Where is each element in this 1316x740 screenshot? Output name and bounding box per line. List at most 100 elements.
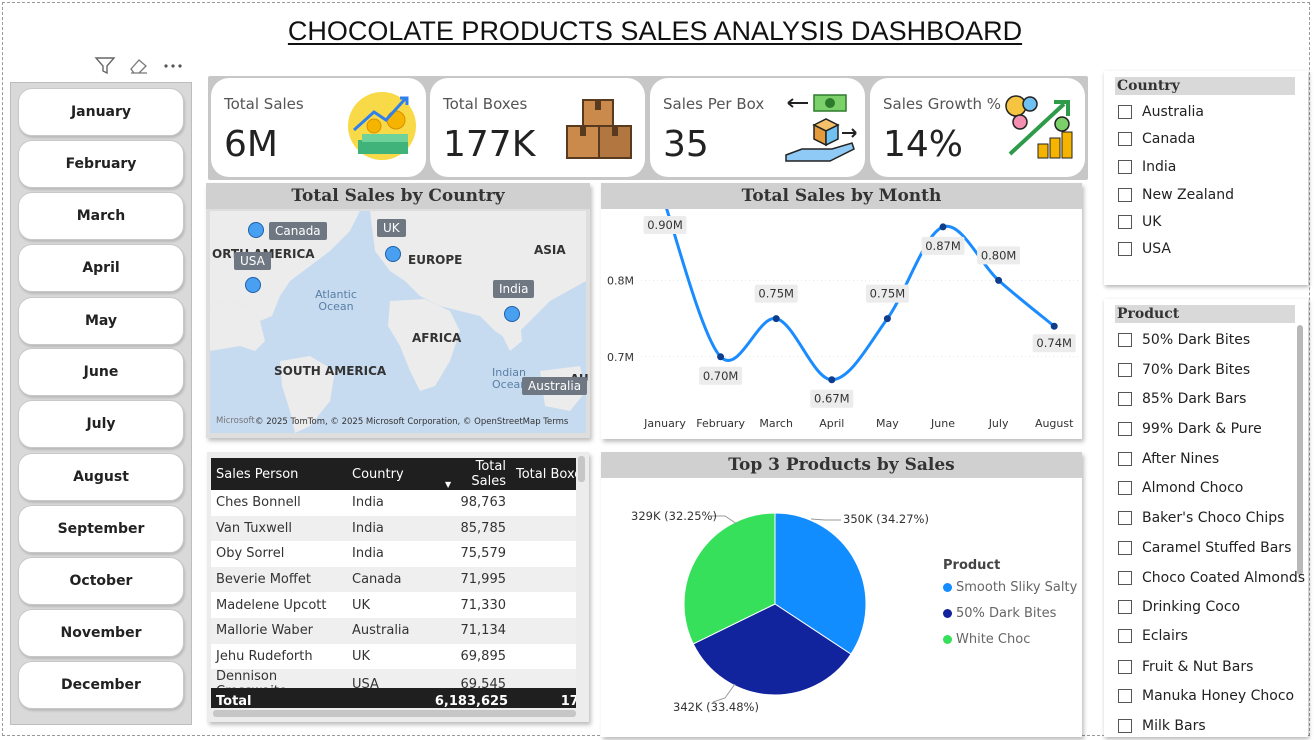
map-dot-canada[interactable] xyxy=(248,222,264,238)
y-tick-label: 0.8M xyxy=(607,274,634,287)
month-button-october[interactable]: October xyxy=(18,557,184,605)
more-icon[interactable] xyxy=(162,56,184,76)
country-option-uk[interactable]: UK xyxy=(1118,214,1161,230)
product-slicer-scrollbar[interactable] xyxy=(1297,325,1303,575)
checkbox[interactable] xyxy=(1118,422,1132,436)
checkbox[interactable] xyxy=(1118,363,1132,377)
checkbox[interactable] xyxy=(1118,481,1132,495)
month-button-september[interactable]: September xyxy=(18,505,184,553)
table-row[interactable]: Jehu Rudeforth UK 69,895242 xyxy=(211,644,576,670)
column-header-total-sales[interactable]: Total Sales ▼ xyxy=(438,458,511,490)
product-option[interactable]: Almond Choco xyxy=(1118,480,1243,496)
kpi-card-total-boxes: Total Boxes 177K xyxy=(430,78,645,177)
month-button-july[interactable]: July xyxy=(18,400,184,448)
table-row[interactable]: Van TuxwellIndia85,785174 xyxy=(211,515,576,542)
product-option[interactable]: Choco Coated Almonds xyxy=(1118,570,1305,586)
month-button-december[interactable]: December xyxy=(18,661,184,709)
cell-total-sales: 85,785 xyxy=(438,515,511,542)
y-tick-label: 0.7M xyxy=(607,351,634,364)
table-row[interactable]: Oby Sorrel India 75,579125 xyxy=(211,541,576,567)
table-row[interactable]: Beverie MoffetCanada71,995134 xyxy=(211,566,576,593)
column-header-total-boxes[interactable]: Total Boxe xyxy=(511,458,576,490)
country-slicer-title: Country xyxy=(1115,77,1295,95)
table-row[interactable]: Ches Bonnell India 98,763129 xyxy=(211,490,576,516)
map-brand: Microsoft xyxy=(216,416,255,426)
product-option[interactable]: 85% Dark Bars xyxy=(1118,391,1246,407)
checkbox[interactable] xyxy=(1118,511,1132,525)
filter-icon[interactable] xyxy=(94,56,116,76)
product-option[interactable]: Baker's Choco Chips xyxy=(1118,510,1284,526)
month-button-march[interactable]: March xyxy=(18,192,184,240)
product-option-label: 70% Dark Bites xyxy=(1142,362,1251,378)
checkbox[interactable] xyxy=(1118,660,1132,674)
map-dot-india[interactable] xyxy=(504,306,520,322)
country-option-label: Canada xyxy=(1142,131,1196,147)
month-button-november[interactable]: November xyxy=(18,609,184,657)
product-option[interactable]: Milk Bars xyxy=(1118,718,1206,734)
cell-country: India xyxy=(352,495,384,511)
column-header-country[interactable]: Country xyxy=(347,458,438,490)
checkbox[interactable] xyxy=(1118,571,1132,585)
table-horizontal-scrollbar[interactable] xyxy=(213,710,576,717)
checkbox[interactable] xyxy=(1118,188,1132,202)
checkbox[interactable] xyxy=(1118,600,1132,614)
product-option[interactable]: Fruit & Nut Bars xyxy=(1118,659,1253,675)
line-chart[interactable]: 0.9M 0.8M 0.7M 0.90M January 0.70M February 0.7… xyxy=(601,209,1082,437)
month-button-january[interactable]: January xyxy=(18,88,184,136)
month-button-may[interactable]: May xyxy=(18,297,184,345)
hand-box-money-icon xyxy=(785,94,857,162)
product-option[interactable]: 50% Dark Bites xyxy=(1118,332,1250,348)
product-slicer: Product 50% Dark Bites 70% Dark Bites 85… xyxy=(1104,299,1308,737)
checkbox[interactable] xyxy=(1118,333,1132,347)
country-option-australia[interactable]: Australia xyxy=(1118,104,1204,120)
product-option-label: Caramel Stuffed Bars xyxy=(1142,540,1292,556)
checkbox[interactable] xyxy=(1118,689,1132,703)
cell-country: UK xyxy=(352,597,371,613)
boxes-icon xyxy=(566,99,632,159)
data-label: 0.80M xyxy=(981,248,1017,262)
x-tick-label: June xyxy=(930,417,955,430)
product-option[interactable]: Caramel Stuffed Bars xyxy=(1118,540,1291,556)
checkbox[interactable] xyxy=(1118,132,1132,146)
checkbox[interactable] xyxy=(1118,541,1132,555)
product-option[interactable]: Manuka Honey Choco xyxy=(1118,688,1294,704)
country-option-canada[interactable]: Canada xyxy=(1118,131,1195,147)
column-header-sales-person[interactable]: Sales Person xyxy=(211,458,347,490)
eraser-icon[interactable] xyxy=(128,56,150,76)
checkbox[interactable] xyxy=(1118,629,1132,643)
pie-legend-item[interactable]: 50% Dark Bites xyxy=(943,606,1056,621)
checkbox[interactable] xyxy=(1118,105,1132,119)
country-option-new-zealand[interactable]: New Zealand xyxy=(1118,187,1234,203)
map-label-uk: UK xyxy=(377,219,406,237)
country-option-india[interactable]: India xyxy=(1118,159,1176,175)
checkbox[interactable] xyxy=(1118,215,1132,229)
month-button-february[interactable]: February xyxy=(18,140,184,188)
map-label-australia: Australia xyxy=(522,377,588,395)
product-option[interactable]: 70% Dark Bites xyxy=(1118,362,1250,378)
product-option[interactable]: Drinking Coco xyxy=(1118,599,1240,615)
checkbox[interactable] xyxy=(1118,242,1132,256)
world-map[interactable] xyxy=(210,211,586,433)
product-option[interactable]: 99% Dark & Pure xyxy=(1118,421,1262,437)
map-dot-usa[interactable] xyxy=(245,277,261,293)
month-slicer: January February March April May June Ju… xyxy=(10,82,192,725)
cell-sales-person: Madelene Upcott xyxy=(216,597,327,613)
pie-legend-item[interactable]: Smooth Sliky Salty xyxy=(943,580,1077,595)
month-button-august[interactable]: August xyxy=(18,453,184,501)
checkbox[interactable] xyxy=(1118,719,1132,733)
map-dot-uk[interactable] xyxy=(385,246,401,262)
checkbox[interactable] xyxy=(1118,160,1132,174)
country-option-usa[interactable]: USA xyxy=(1118,241,1171,257)
pie-legend-item[interactable]: White Choc xyxy=(943,632,1030,647)
checkbox[interactable] xyxy=(1118,392,1132,406)
product-option[interactable]: After Nines xyxy=(1118,451,1219,467)
table-row[interactable]: Madelene Upcott UK 71,330142 xyxy=(211,592,576,618)
month-button-june[interactable]: June xyxy=(18,348,184,396)
map-attribution[interactable]: © 2025 TomTom, © 2025 Microsoft Corporat… xyxy=(255,417,568,427)
product-option[interactable]: Eclairs xyxy=(1118,628,1188,644)
table-vertical-scrollbar[interactable] xyxy=(578,456,585,482)
table-row[interactable]: Mallorie WaberAustralia71,134129 xyxy=(211,617,576,644)
checkbox[interactable] xyxy=(1118,452,1132,466)
x-tick-label: January xyxy=(643,417,686,430)
month-button-april[interactable]: April xyxy=(18,244,184,292)
